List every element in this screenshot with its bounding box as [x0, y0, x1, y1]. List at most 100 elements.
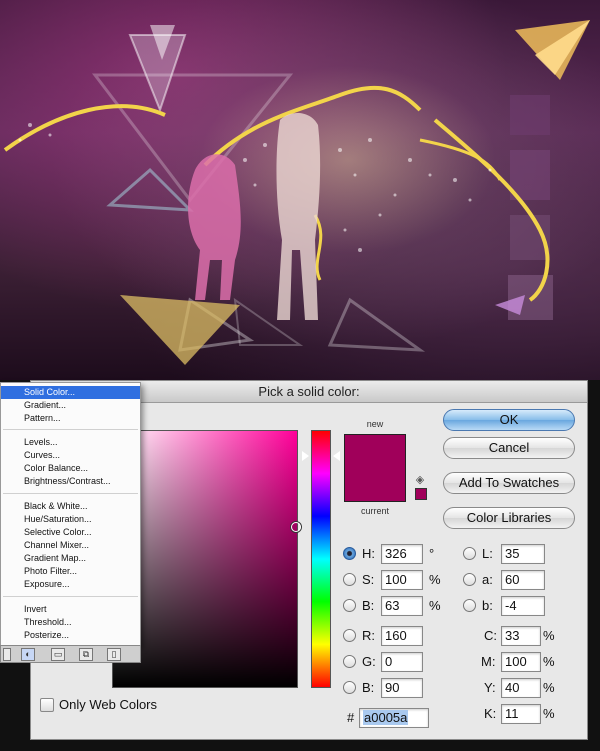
saturation-input[interactable]: 100: [381, 570, 423, 590]
menu-item-invert[interactable]: Invert: [1, 603, 140, 616]
artwork-canvas: [0, 0, 600, 380]
trash-icon[interactable]: ▯: [107, 648, 121, 661]
menu-item-hue-saturation[interactable]: Hue/Saturation...: [1, 513, 140, 526]
blue-input[interactable]: 90: [381, 678, 423, 698]
magenta-label: M:: [481, 654, 496, 669]
saturation-unit: %: [429, 572, 441, 587]
new-color-label: new: [366, 419, 384, 429]
new-group-icon[interactable]: ▭: [51, 648, 65, 661]
black-label: K:: [484, 706, 497, 721]
blue-label: B:: [362, 680, 375, 695]
cancel-button[interactable]: Cancel: [443, 437, 575, 459]
hue-input[interactable]: 326: [381, 544, 423, 564]
lab-l-label: L:: [482, 546, 493, 561]
menu-item-brightness-contrast[interactable]: Brightness/Contrast...: [1, 475, 140, 488]
menu-item-levels[interactable]: Levels...: [1, 436, 140, 449]
lab-b-field-row: b: -4: [463, 596, 553, 616]
hex-selected-text: a0005a: [363, 710, 409, 725]
hex-label: #: [347, 710, 355, 725]
menu-item-black-white[interactable]: Black & White...: [1, 500, 140, 513]
adjustment-layer-icon[interactable]: ◐: [21, 648, 35, 661]
hue-label: H:: [362, 546, 375, 561]
lab-a-input[interactable]: 60: [501, 570, 545, 590]
black-unit: %: [543, 706, 555, 721]
menu-item-exposure[interactable]: Exposure...: [1, 578, 140, 591]
menu-item-gradient[interactable]: Gradient...: [1, 399, 140, 412]
black-input[interactable]: 11: [501, 704, 541, 724]
menu-item-selective-color[interactable]: Selective Color...: [1, 526, 140, 539]
green-input[interactable]: 0: [381, 652, 423, 672]
menu-item-curves[interactable]: Curves...: [1, 449, 140, 462]
lab-l-field-row: L: 35: [463, 544, 553, 564]
magenta-input[interactable]: 100: [501, 652, 541, 672]
ok-button[interactable]: OK: [443, 409, 575, 431]
cyan-label: C:: [484, 628, 497, 643]
menu-separator: [3, 429, 138, 430]
saturation-field-row: S: 100 %: [343, 570, 443, 590]
brightness-unit: %: [429, 598, 441, 613]
new-color-swatch: [344, 434, 406, 468]
menu-item-posterize[interactable]: Posterize...: [1, 629, 140, 642]
cyan-field-row: C: 33 %: [463, 626, 558, 646]
gamut-color-swatch[interactable]: [415, 488, 427, 500]
brightness-radio[interactable]: [343, 599, 356, 612]
red-label: R:: [362, 628, 375, 643]
black-field-row: K: 11 %: [463, 704, 558, 724]
blue-field-row: B: 90: [343, 678, 443, 698]
only-web-colors-checkbox-row[interactable]: Only Web Colors: [40, 697, 190, 713]
layers-panel-toolbar: ◐ ▭ ⧉ ▯: [0, 645, 141, 663]
lab-b-input[interactable]: -4: [501, 596, 545, 616]
menu-item-photo-filter[interactable]: Photo Filter...: [1, 565, 140, 578]
hue-slider-left-arrow-icon[interactable]: [302, 451, 309, 461]
menu-separator: [3, 493, 138, 494]
blue-radio[interactable]: [343, 681, 356, 694]
layer-mask-icon[interactable]: [3, 648, 11, 661]
brightness-field-row: B: 63 %: [343, 596, 443, 616]
current-color-swatch[interactable]: [344, 468, 406, 502]
menu-item-color-balance[interactable]: Color Balance...: [1, 462, 140, 475]
hex-input[interactable]: a0005a: [359, 708, 429, 728]
lab-a-label: a:: [482, 572, 493, 587]
menu-separator: [3, 596, 138, 597]
menu-item-channel-mixer[interactable]: Channel Mixer...: [1, 539, 140, 552]
color-field-marker[interactable]: [291, 522, 301, 532]
menu-item-pattern[interactable]: Pattern...: [1, 412, 140, 425]
cyan-unit: %: [543, 628, 555, 643]
color-libraries-button[interactable]: Color Libraries: [443, 507, 575, 529]
red-radio[interactable]: [343, 629, 356, 642]
lab-b-radio[interactable]: [463, 599, 476, 612]
lab-b-label: b:: [482, 598, 493, 613]
only-web-colors-checkbox[interactable]: [40, 698, 54, 712]
out-of-gamut-cube-icon[interactable]: ◈: [414, 474, 426, 486]
current-color-label: current: [360, 506, 389, 516]
saturation-radio[interactable]: [343, 573, 356, 586]
brightness-label: B:: [362, 598, 375, 613]
brightness-input[interactable]: 63: [381, 596, 423, 616]
hue-unit: °: [429, 546, 435, 561]
only-web-colors-label: Only Web Colors: [59, 697, 158, 712]
hue-radio[interactable]: [343, 547, 356, 560]
magenta-field-row: M: 100 %: [463, 652, 558, 672]
yellow-field-row: Y: 40 %: [463, 678, 558, 698]
yellow-label: Y:: [484, 680, 496, 695]
lab-a-radio[interactable]: [463, 573, 476, 586]
hue-slider[interactable]: [311, 430, 331, 688]
menu-item-gradient-map[interactable]: Gradient Map...: [1, 552, 140, 565]
cyan-input[interactable]: 33: [501, 626, 541, 646]
green-label: G:: [362, 654, 376, 669]
saturation-label: S:: [362, 572, 375, 587]
menu-item-solid-color[interactable]: Solid Color...: [1, 386, 140, 399]
lab-a-field-row: a: 60: [463, 570, 553, 590]
yellow-input[interactable]: 40: [501, 678, 541, 698]
hue-slider-right-arrow-icon[interactable]: [333, 451, 340, 461]
red-input[interactable]: 160: [381, 626, 423, 646]
new-layer-icon[interactable]: ⧉: [79, 648, 93, 661]
lab-l-radio[interactable]: [463, 547, 476, 560]
adjustment-layer-menu: Solid Color... Gradient... Pattern... Le…: [0, 382, 141, 646]
add-to-swatches-button[interactable]: Add To Swatches: [443, 472, 575, 494]
menu-item-threshold[interactable]: Threshold...: [1, 616, 140, 629]
red-field-row: R: 160: [343, 626, 443, 646]
lab-l-input[interactable]: 35: [501, 544, 545, 564]
green-radio[interactable]: [343, 655, 356, 668]
artwork-illustration: [3, 20, 590, 365]
